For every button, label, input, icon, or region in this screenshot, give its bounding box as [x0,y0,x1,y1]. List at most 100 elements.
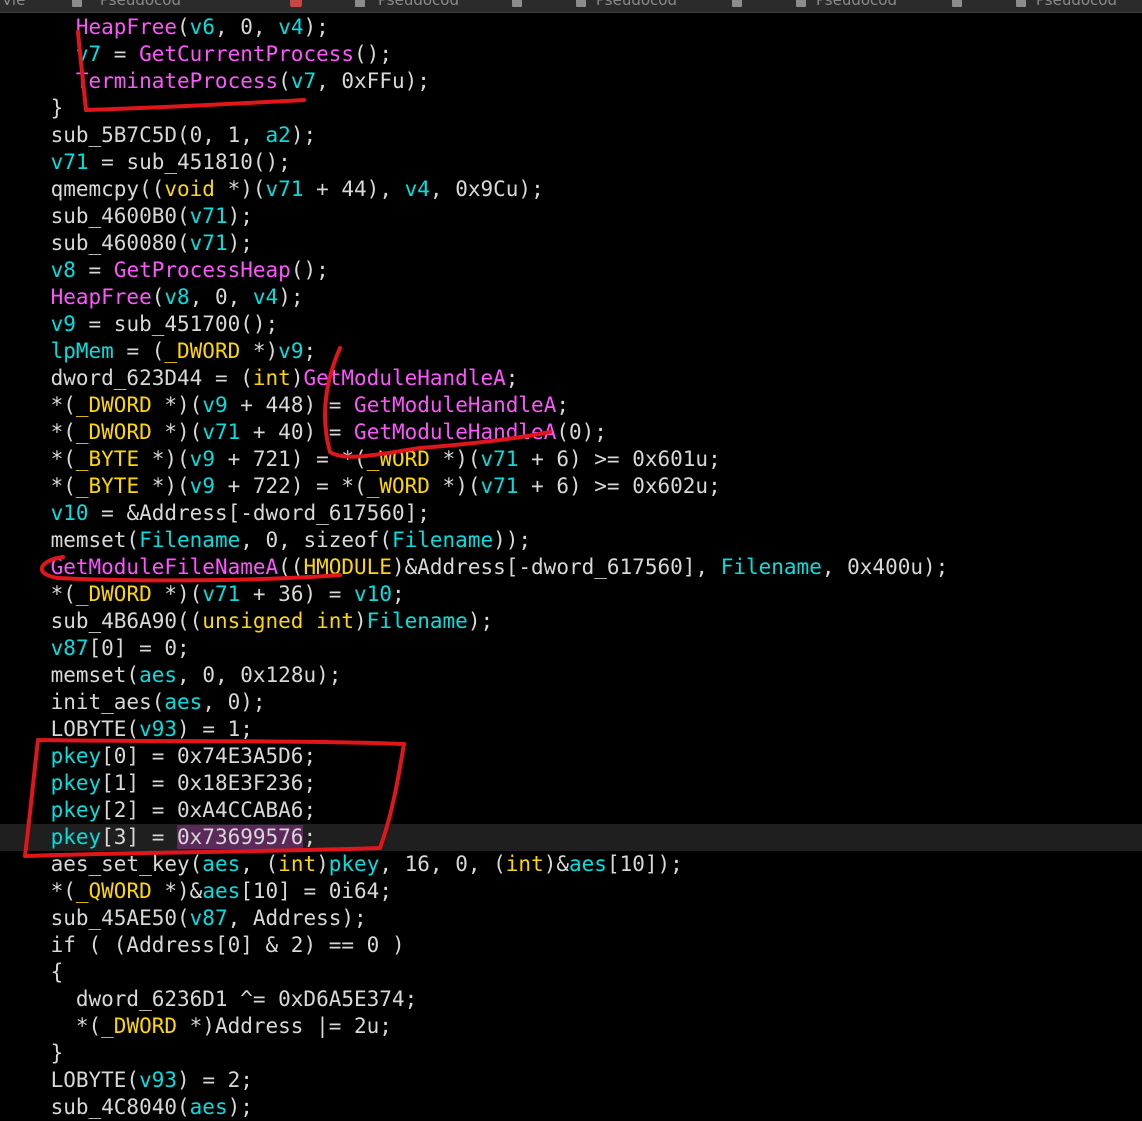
variable-token[interactable]: v71 [480,447,518,471]
code-line[interactable]: memset(Filename, 0, sizeof(Filename)); [0,527,1142,554]
variable-token[interactable]: v9 [278,339,303,363]
variable-token[interactable]: v71 [480,474,518,498]
code-line[interactable]: GetModuleFileNameA((HMODULE)&Address[-dw… [0,554,1142,581]
variable-token[interactable]: pkey [51,744,102,768]
variable-token[interactable]: v4 [405,177,430,201]
code-line[interactable]: pkey[1] = 0x18E3F236; [0,770,1142,797]
code-line[interactable]: sub_460080(v71); [0,230,1142,257]
code-line[interactable]: HeapFree(v6, 0, v4); [0,14,1142,41]
code-line[interactable]: } [0,95,1142,122]
variable-token[interactable]: aes [569,852,607,876]
code-line[interactable]: HeapFree(v8, 0, v4); [0,284,1142,311]
variable-token[interactable]: aes [190,1095,228,1119]
code-line[interactable]: dword_623D44 = (int)GetModuleHandleA; [0,365,1142,392]
code-line[interactable]: pkey[3] = 0x73699576; [0,824,1142,851]
tab-pseudocode-4[interactable]: Pseudocod [816,0,897,11]
variable-token[interactable]: Filename [392,528,493,552]
tab-pseudocode-3[interactable]: Pseudocod [596,0,677,11]
variable-token[interactable]: Filename [721,555,822,579]
variable-token[interactable]: v9 [202,393,227,417]
variable-token[interactable]: v10 [51,501,89,525]
code-line[interactable]: *(_DWORD *)(v9 + 448) = GetModuleHandleA… [0,392,1142,419]
code-line[interactable]: *(_BYTE *)(v9 + 722) = *(_WORD *)(v71 + … [0,473,1142,500]
selected-token[interactable]: 0x73699576 [177,825,304,849]
function-token[interactable]: GetModuleFileNameA [51,555,279,579]
code-line[interactable]: sub_5B7C5D(0, 1, a2); [0,122,1142,149]
code-line[interactable]: pkey[2] = 0xA4CCABA6; [0,797,1142,824]
variable-token[interactable]: a2 [266,123,291,147]
variable-token[interactable]: aes [139,663,177,687]
code-line[interactable]: sub_4B6A90((unsigned int)Filename); [0,608,1142,635]
code-line[interactable]: if ( (Address[0] & 2) == 0 ) [0,932,1142,959]
variable-token[interactable]: v6 [190,15,215,39]
variable-token[interactable]: aes [202,852,240,876]
variable-token[interactable]: aes [202,879,240,903]
code-line[interactable]: sub_45AE50(v87, Address); [0,905,1142,932]
variable-token[interactable]: v87 [190,906,228,930]
code-line[interactable]: *(_DWORD *)(v71 + 40) = GetModuleHandleA… [0,419,1142,446]
code-line[interactable]: LOBYTE(v93) = 2; [0,1067,1142,1094]
variable-token[interactable]: v93 [139,1068,177,1092]
variable-token[interactable]: aes [164,690,202,714]
variable-token[interactable]: Filename [367,609,468,633]
code-line[interactable]: *(_BYTE *)(v9 + 721) = *(_WORD *)(v71 + … [0,446,1142,473]
tab-pseudocode-1[interactable]: Pseudocod [100,0,181,11]
function-token[interactable]: HeapFree [76,15,177,39]
code-line[interactable]: memset(aes, 0, 0x128u); [0,662,1142,689]
variable-token[interactable]: v4 [278,15,303,39]
code-line[interactable]: v8 = GetProcessHeap(); [0,257,1142,284]
variable-token[interactable]: v71 [190,204,228,228]
variable-token[interactable]: v71 [202,420,240,444]
variable-token[interactable]: v71 [202,582,240,606]
code-line[interactable]: LOBYTE(v93) = 1; [0,716,1142,743]
code-line[interactable]: v87[0] = 0; [0,635,1142,662]
code-line[interactable]: v10 = &Address[-dword_617560]; [0,500,1142,527]
variable-token[interactable]: v93 [139,717,177,741]
variable-token[interactable]: v8 [51,258,76,282]
variable-token[interactable]: pkey [51,771,102,795]
code-line[interactable]: sub_4600B0(v71); [0,203,1142,230]
variable-token[interactable]: v7 [291,69,316,93]
code-line[interactable]: pkey[0] = 0x74E3A5D6; [0,743,1142,770]
variable-token[interactable]: pkey [51,825,102,849]
function-token[interactable]: GetProcessHeap [114,258,291,282]
code-line[interactable]: *(_DWORD *)(v71 + 36) = v10; [0,581,1142,608]
code-line[interactable]: *(_QWORD *)&aes[10] = 0i64; [0,878,1142,905]
function-token[interactable]: GetModuleHandleA [354,393,556,417]
code-line[interactable]: *(_DWORD *)Address |= 2u; [0,1013,1142,1040]
code-line[interactable]: lpMem = (_DWORD *)v9; [0,338,1142,365]
code-line[interactable]: TerminateProcess(v7, 0xFFu); [0,68,1142,95]
tab-pseudocode-2[interactable]: Pseudocod [378,0,459,11]
function-token[interactable]: GetModuleHandleA [354,420,556,444]
variable-token[interactable]: pkey [51,798,102,822]
tab-pseudocode-5[interactable]: Pseudocod [1036,0,1117,11]
code-line[interactable]: dword_6236D1 ^= 0xD6A5E374; [0,986,1142,1013]
variable-token[interactable]: v71 [266,177,304,201]
close-tab-icon[interactable] [290,0,302,7]
code-line[interactable]: qmemcpy((void *)(v71 + 44), v4, 0x9Cu); [0,176,1142,203]
variable-token[interactable]: v4 [253,285,278,309]
function-token[interactable]: GetCurrentProcess [139,42,354,66]
variable-token[interactable]: v10 [354,582,392,606]
code-line[interactable]: { [0,959,1142,986]
tab-view[interactable]: Vie [2,0,25,11]
variable-token[interactable]: v9 [190,447,215,471]
code-line[interactable]: } [0,1040,1142,1067]
code-line[interactable]: v7 = GetCurrentProcess(); [0,41,1142,68]
variable-token[interactable]: pkey [329,852,380,876]
code-line[interactable]: aes_set_key(aes, (int)pkey, 16, 0, (int)… [0,851,1142,878]
code-line[interactable]: init_aes(aes, 0); [0,689,1142,716]
variable-token[interactable]: v71 [51,150,89,174]
code-line[interactable]: v71 = sub_451810(); [0,149,1142,176]
function-token[interactable]: HeapFree [51,285,152,309]
code-line[interactable]: v9 = sub_451700(); [0,311,1142,338]
function-token[interactable]: GetModuleHandleA [303,366,505,390]
variable-token[interactable]: lpMem [51,339,114,363]
variable-token[interactable]: v7 [76,42,101,66]
pseudocode-view[interactable]: HeapFree(v6, 0, v4); v7 = GetCurrentProc… [0,14,1142,1121]
function-token[interactable]: TerminateProcess [76,69,278,93]
variable-token[interactable]: v9 [190,474,215,498]
code-line[interactable]: sub_4C8040(aes); [0,1094,1142,1121]
variable-token[interactable]: v87 [51,636,89,660]
variable-token[interactable]: v8 [164,285,189,309]
